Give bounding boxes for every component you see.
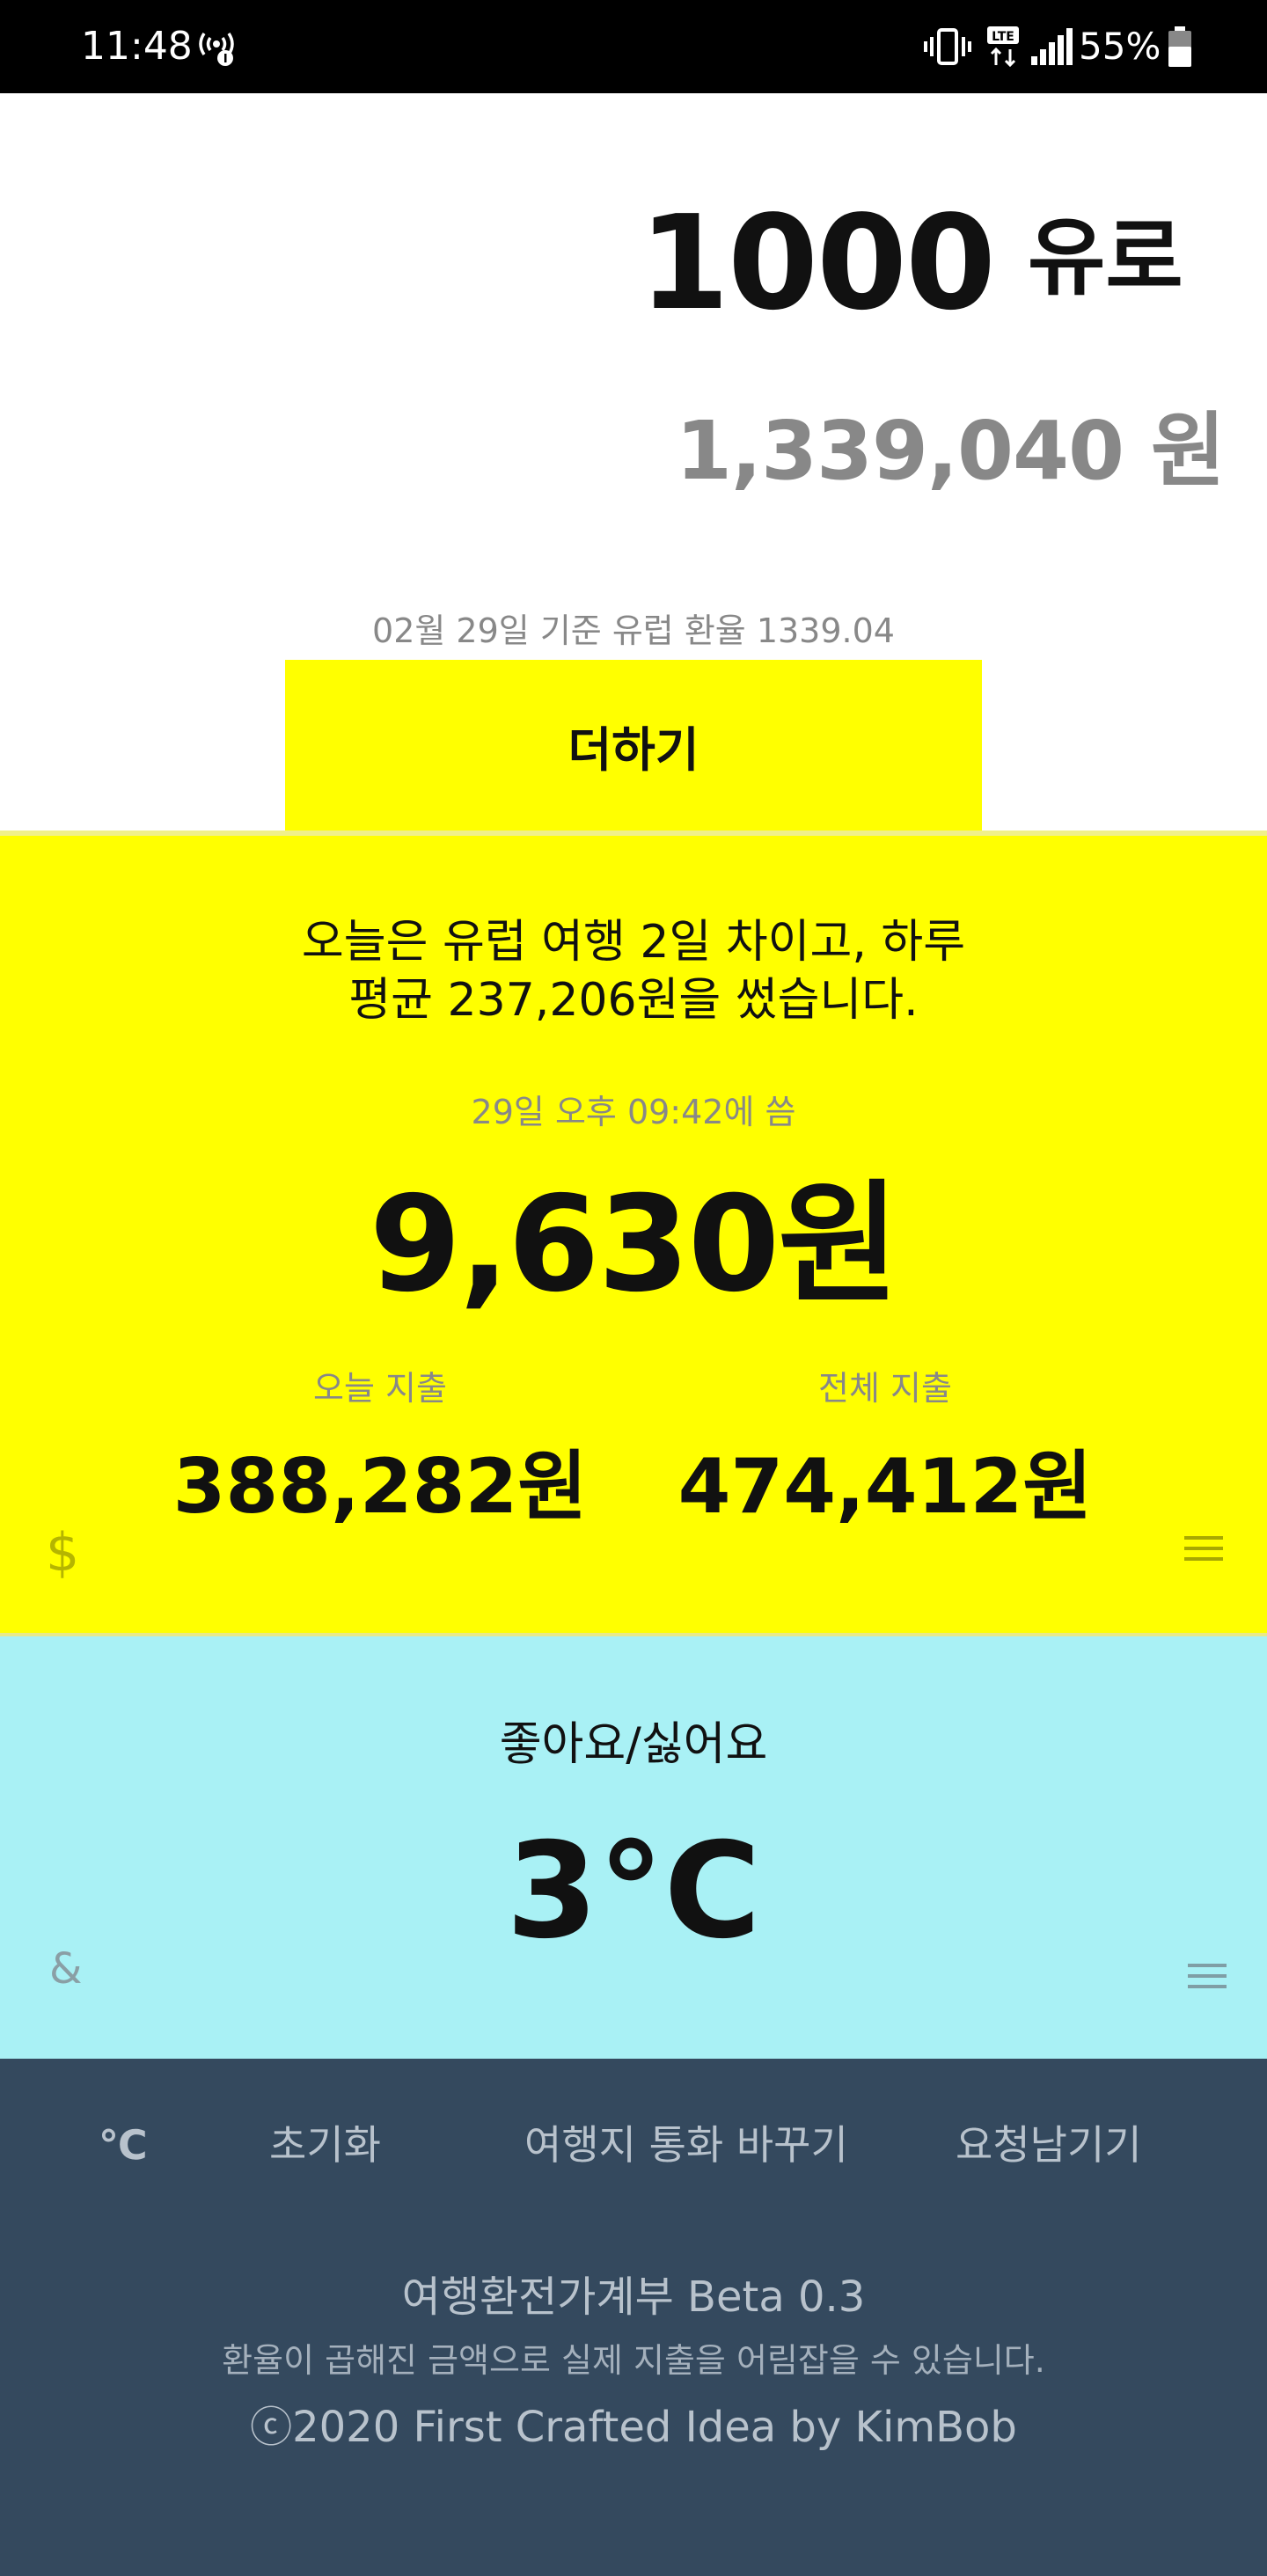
reset-link[interactable]: 초기화 <box>269 2119 381 2171</box>
app-version: 여행환전가계부 Beta 0.3 <box>401 2272 866 2322</box>
menu-icon[interactable] <box>1188 1960 1227 1992</box>
svg-text:LTE: LTE <box>992 30 1014 44</box>
hotspot-icon <box>199 33 234 66</box>
battery-icon <box>1168 26 1191 67</box>
footer: ℃ 초기화 여행지 통화 바꾸기 요청남기기 여행환전가계부 Beta 0.3 … <box>0 2059 1267 2576</box>
exchange-rate-info: 02월 29일 기준 유럽 환율 1339.04 <box>372 611 895 650</box>
menu-icon[interactable] <box>1184 1533 1223 1564</box>
weather-preference-label[interactable]: 좋아요/싫어요 <box>0 1716 1267 1774</box>
status-bar: 11:48 LTE 55% <box>0 0 1267 93</box>
today-spending-label: 오늘 지출 <box>313 1369 447 1408</box>
disclaimer-text: 환율이 곱해진 금액으로 실제 지출을 어림잡을 수 있습니다. <box>222 2341 1045 2380</box>
vibrate-icon <box>924 28 971 65</box>
total-spending-value: 474,412원 <box>677 1443 1093 1531</box>
total-spending-label: 전체 지출 <box>818 1369 952 1408</box>
copyright-text: ⓒ2020 First Crafted Idea by KimBob <box>250 2403 1017 2452</box>
today-spending-value: 388,282원 <box>172 1443 588 1531</box>
trip-summary-text: 오늘은 유럽 여행 2일 차이고, 하루 평균 237,206원을 썼습니다. <box>0 913 1267 1029</box>
add-button-label: 더하기 <box>568 721 699 778</box>
expense-summary-panel: 오늘은 유럽 여행 2일 차이고, 하루 평균 237,206원을 썼습니다. … <box>0 831 1267 1636</box>
temperature-unit-toggle[interactable]: ℃ <box>99 2119 148 2171</box>
last-expense-amount[interactable]: 9,630원 <box>0 1170 1267 1320</box>
trip-summary-line-2: 평균 237,206원을 썼습니다. <box>348 974 919 1027</box>
trip-summary-line-1: 오늘은 유럽 여행 2일 차이고, 하루 <box>301 916 966 969</box>
change-currency-link[interactable]: 여행지 통화 바꾸기 <box>524 2119 848 2171</box>
leave-request-link[interactable]: 요청남기기 <box>956 2119 1142 2171</box>
weather-panel: 좋아요/싫어요 3°C & <box>0 1636 1267 2059</box>
signal-icon <box>1031 28 1073 65</box>
amount-input-value[interactable]: 1000 <box>639 188 996 338</box>
status-time: 11:48 <box>81 24 193 69</box>
battery-percent: 55% <box>1079 25 1161 68</box>
last-spent-timestamp: 29일 오후 09:42에 씀 <box>471 1093 796 1131</box>
ampersand-icon[interactable]: & <box>49 1943 82 1995</box>
add-expense-button[interactable]: 더하기 <box>285 660 982 831</box>
dollar-icon[interactable]: $ <box>46 1522 79 1584</box>
currency-unit-label[interactable]: 유로 <box>1028 209 1183 306</box>
converted-krw-amount: 1,339,040 원 <box>676 404 1226 498</box>
temperature-value: 3°C <box>506 1815 761 1968</box>
lte-icon: LTE <box>987 26 1019 68</box>
